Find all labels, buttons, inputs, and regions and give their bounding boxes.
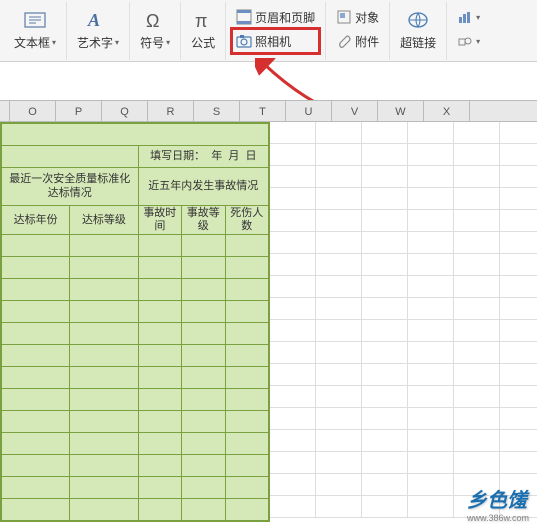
symbol-button[interactable]: Ω 符号▾ (136, 2, 174, 56)
table-row[interactable] (2, 301, 269, 323)
table-row[interactable] (2, 477, 269, 499)
table-row[interactable] (2, 257, 269, 279)
camera-label: 照相机 (255, 33, 291, 50)
camera-icon (236, 33, 252, 49)
textbox-icon (24, 8, 46, 32)
watermark: 乡色馐 www.386w.com (467, 484, 529, 523)
col-header[interactable]: U (286, 101, 332, 121)
col-header[interactable]: W (378, 101, 424, 121)
section-right: 近五年内发生事故情况 (138, 168, 268, 206)
table-row[interactable] (2, 433, 269, 455)
symbol-label: 符号 (140, 34, 164, 51)
textbox-label: 文本框 (14, 34, 50, 51)
table-row[interactable] (2, 323, 269, 345)
attachment-button[interactable]: 附件 (332, 29, 383, 53)
column-headers: O P Q R S T U V W X (0, 100, 537, 122)
col-header[interactable]: X (424, 101, 470, 121)
col-header[interactable]: P (56, 101, 102, 121)
dropdown-icon: ▾ (166, 38, 170, 47)
wordart-button[interactable]: A 艺术字▾ (73, 2, 123, 56)
col-year: 达标年份 (2, 206, 70, 235)
col-header[interactable]: O (10, 101, 56, 121)
omega-icon: Ω (144, 8, 166, 32)
object-icon (336, 9, 352, 25)
misc-button-1[interactable]: ▾ (453, 5, 484, 29)
empty-cells[interactable]: // generate empty grid rows inline (temp… (270, 122, 537, 522)
col-deaths: 死伤人数 (225, 206, 269, 235)
fill-date-label: 填写日期： (150, 150, 205, 162)
hyperlink-icon (406, 8, 430, 32)
ribbon-toolbar: 文本框▾ A 艺术字▾ Ω 符号▾ π 公式 (0, 0, 537, 62)
header-footer-button[interactable]: 页眉和页脚 (232, 5, 319, 29)
svg-text:Ω: Ω (146, 11, 159, 30)
col-header[interactable]: T (240, 101, 286, 121)
table-row[interactable] (2, 235, 269, 257)
col-header[interactable]: V (332, 101, 378, 121)
table-row[interactable] (2, 345, 269, 367)
table-row[interactable] (2, 499, 269, 521)
spreadsheet-area: O P Q R S T U V W X 填写日期： 年 月 日 最近一次安全质量… (0, 100, 537, 529)
chart-icon (457, 9, 473, 25)
col-grade: 达标等级 (70, 206, 138, 235)
table-row[interactable] (2, 367, 269, 389)
hyperlink-button[interactable]: 超链接 (396, 2, 440, 56)
col-level: 事故等级 (182, 206, 225, 235)
hyperlink-label: 超链接 (400, 34, 436, 51)
col-time: 事故时间 (138, 206, 181, 235)
dropdown-icon: ▾ (476, 37, 480, 46)
object-label: 对象 (355, 9, 379, 26)
header-footer-label: 页眉和页脚 (255, 9, 315, 26)
formula-label: 公式 (191, 34, 215, 51)
header-footer-icon (236, 9, 252, 25)
table-row[interactable] (2, 411, 269, 433)
wordart-icon: A (86, 8, 110, 32)
svg-text:π: π (195, 11, 207, 30)
shapes-icon (457, 33, 473, 49)
section-left: 最近一次安全质量标准化达标情况 (2, 168, 139, 206)
textbox-button[interactable]: 文本框▾ (10, 2, 60, 56)
table-row[interactable] (2, 455, 269, 477)
formula-button[interactable]: π 公式 (187, 2, 219, 56)
wordart-label: 艺术字 (77, 34, 113, 51)
col-header[interactable]: Q (102, 101, 148, 121)
dropdown-icon: ▾ (115, 38, 119, 47)
table-row[interactable] (2, 389, 269, 411)
table-row[interactable] (2, 279, 269, 301)
paperclip-icon (336, 33, 352, 49)
dropdown-icon: ▾ (476, 13, 480, 22)
attachment-label: 附件 (355, 33, 379, 50)
col-header[interactable]: S (194, 101, 240, 121)
camera-button[interactable]: 照相机 (232, 29, 319, 53)
pi-icon: π (192, 8, 214, 32)
object-button[interactable]: 对象 (332, 5, 383, 29)
dropdown-icon: ▾ (52, 38, 56, 47)
col-header[interactable]: R (148, 101, 194, 121)
form-table: 填写日期： 年 月 日 最近一次安全质量标准化达标情况 近五年内发生事故情况 达… (0, 122, 270, 522)
svg-text:A: A (87, 10, 100, 30)
misc-button-2[interactable]: ▾ (453, 29, 484, 53)
